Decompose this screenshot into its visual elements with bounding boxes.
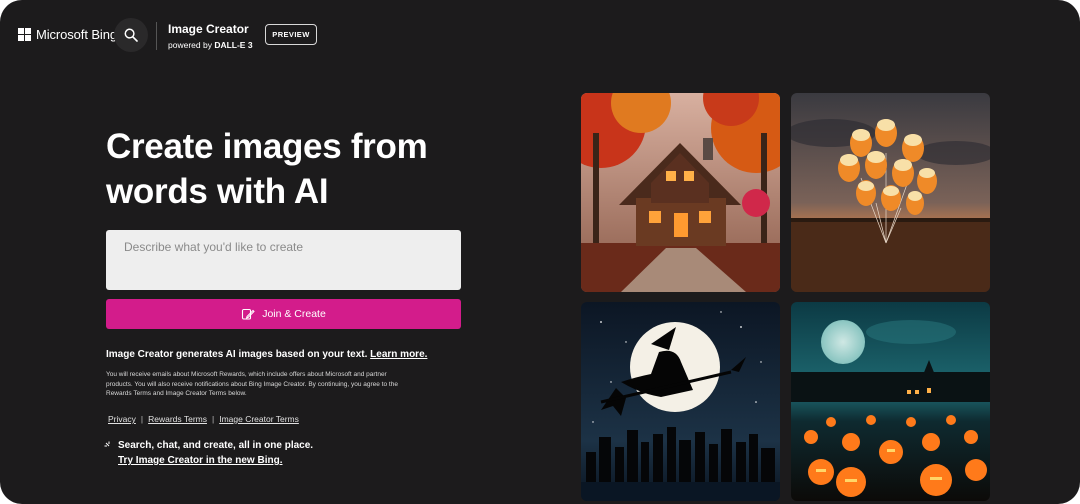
gallery-image-witch-moon[interactable]	[581, 302, 780, 501]
terms-links: Privacy | Rewards Terms | Image Creator …	[108, 414, 299, 424]
sparkle-icon	[104, 441, 110, 446]
join-and-create-button[interactable]: Join & Create	[106, 299, 461, 329]
terms-separator: |	[140, 414, 144, 424]
witch-image	[581, 302, 780, 501]
rewards-terms-link[interactable]: Rewards Terms	[148, 414, 207, 424]
gallery-image-autumn-cabin[interactable]	[581, 93, 780, 292]
header-divider	[156, 22, 157, 50]
pumpkin-field-image	[791, 302, 990, 501]
gallery-image-pumpkin-field[interactable]	[791, 302, 990, 501]
fine-print: You will receive emails about Microsoft …	[106, 371, 398, 397]
promo-text: Search, chat, and create, all in one pla…	[118, 440, 314, 451]
bing-logo[interactable]: Microsoft Bing	[18, 27, 117, 42]
page-frame: Microsoft Bing Image Creator powered by …	[0, 0, 1080, 504]
image-creator-terms-link[interactable]: Image Creator Terms	[219, 414, 299, 424]
info-text: Image Creator generates AI images based …	[106, 349, 428, 360]
search-icon	[124, 28, 138, 42]
search-button[interactable]	[114, 18, 148, 52]
join-button-label: Join & Create	[262, 308, 326, 320]
try-new-bing-link[interactable]: Try Image Creator in the new Bing.	[118, 453, 313, 468]
balloons-image	[791, 93, 990, 292]
product-name: Image Creator powered by DALL-E 3	[168, 22, 253, 50]
preview-badge: PREVIEW	[265, 24, 317, 45]
microsoft-logo-icon	[18, 28, 31, 41]
product-subtitle: powered by DALL-E 3	[168, 40, 253, 50]
brand-name: Microsoft Bing	[36, 27, 117, 42]
product-title: Image Creator	[168, 22, 249, 36]
prompt-input[interactable]: Describe what you'd like to create	[106, 230, 461, 290]
learn-more-link[interactable]: Learn more.	[370, 349, 427, 360]
autumn-cabin-image	[581, 93, 780, 292]
hero-title: Create images from words with AI	[106, 127, 428, 211]
create-icon	[242, 308, 255, 320]
privacy-link[interactable]: Privacy	[108, 414, 136, 424]
promo: Search, chat, and create, all in one pla…	[104, 438, 313, 468]
gallery-image-candy-corn-balloons[interactable]	[791, 93, 990, 292]
terms-separator: |	[211, 414, 215, 424]
header: Microsoft Bing Image Creator powered by …	[0, 0, 1080, 70]
